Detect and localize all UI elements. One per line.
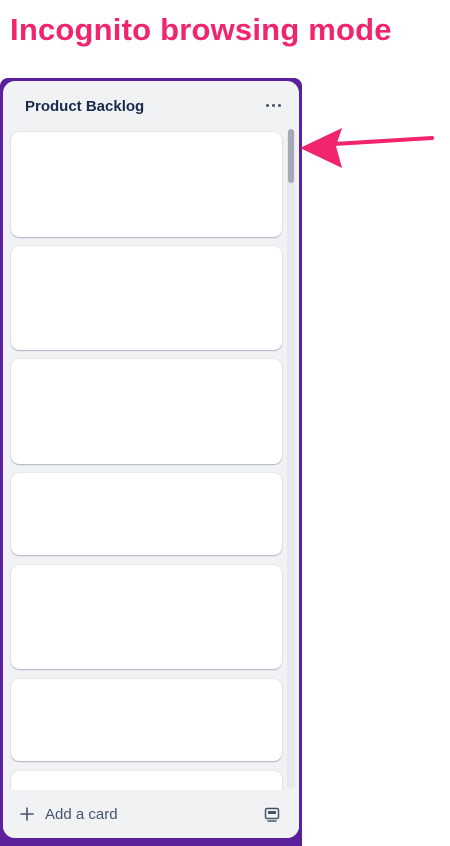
card-list — [3, 81, 299, 838]
card[interactable] — [11, 246, 282, 350]
list-title[interactable]: Product Backlog — [25, 98, 144, 115]
vertical-scrollbar[interactable] — [287, 129, 295, 789]
plus-icon — [20, 807, 34, 821]
ellipsis-icon[interactable] — [261, 93, 285, 117]
scrollbar-thumb[interactable] — [288, 129, 294, 183]
annotation-arrow — [300, 128, 434, 168]
card[interactable] — [11, 473, 282, 555]
list-product-backlog: Product Backlog Add a card — [3, 81, 299, 838]
list-footer: Add a card — [3, 790, 299, 838]
add-card-button[interactable]: Add a card — [19, 802, 118, 826]
add-card-label: Add a card — [45, 805, 118, 823]
card-template-icon[interactable] — [263, 805, 281, 823]
list-header: Product Backlog — [3, 81, 299, 129]
card[interactable] — [11, 565, 282, 669]
card[interactable] — [11, 132, 282, 237]
page: Incognito browsing mode Product Backlog — [0, 0, 450, 846]
annotation-title: Incognito browsing mode — [10, 12, 392, 47]
card[interactable] — [11, 359, 282, 464]
card[interactable] — [11, 679, 282, 761]
